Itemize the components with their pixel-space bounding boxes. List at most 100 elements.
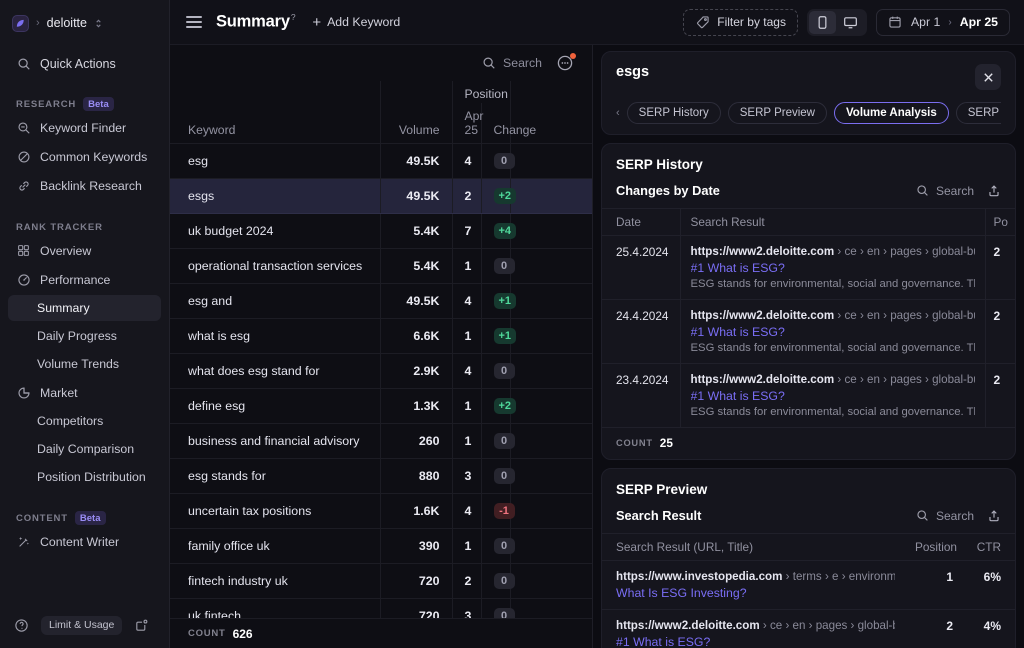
- serp-history-count-bar: COUNT 25: [602, 427, 1015, 459]
- cell-keyword: uk fintech: [170, 598, 381, 618]
- cell-position: 1: [452, 318, 482, 354]
- sidebar-item-common-keywords[interactable]: Common Keywords: [8, 143, 161, 170]
- cell-position: 2: [452, 563, 482, 599]
- workspace-selector[interactable]: › deloitte: [0, 0, 169, 36]
- cell-change: +1: [481, 283, 517, 319]
- serp-history-search-button[interactable]: Search: [915, 184, 974, 198]
- result-url[interactable]: https://www2.deloitte.com › ce › en › pa…: [691, 373, 975, 386]
- cell-change: 0: [481, 248, 515, 284]
- cell-volume: 880: [380, 458, 453, 494]
- serp-history-table: Date Search Result Po 25.4.2024 https://w…: [602, 208, 1015, 427]
- cell-position: 4: [452, 493, 482, 529]
- help-circle-icon[interactable]: [14, 618, 29, 633]
- result-description: ESG stands for environmental, social and…: [690, 406, 975, 418]
- add-keyword-button[interactable]: + Add Keyword: [312, 15, 400, 30]
- result-url[interactable]: https://www2.deloitte.com › ce › en › pa…: [691, 309, 975, 322]
- sidebar-item-label: Daily Progress: [37, 329, 117, 343]
- close-icon[interactable]: [975, 64, 1001, 90]
- tab-serp-preview[interactable]: SERP Preview: [727, 102, 827, 124]
- column-header-volume[interactable]: Volume: [380, 103, 453, 144]
- share-icon[interactable]: [987, 184, 1001, 198]
- limit-usage-button[interactable]: Limit & Usage: [41, 615, 123, 635]
- keyword-finder-icon: [16, 120, 31, 135]
- cell-volume: 49.5K: [380, 143, 453, 179]
- pie-chart-icon: [16, 385, 31, 400]
- sidebar-item-overview[interactable]: Overview: [8, 237, 161, 264]
- detail-panel: esgs ‹ SERP History SERP Preview Volume An…: [592, 45, 1024, 648]
- sidebar-item-volume-trends[interactable]: Volume Trends: [8, 351, 161, 377]
- sidebar-item-label: Backlink Research: [40, 178, 142, 193]
- column-header-position: Position: [905, 533, 963, 561]
- quick-actions-label: Quick Actions: [40, 56, 116, 71]
- serp-history-row[interactable]: 24.4.2024 https://www2.deloitte.com › ce …: [602, 299, 1015, 364]
- result-title[interactable]: #1 What is ESG?: [691, 389, 975, 403]
- sidebar-item-daily-comparison[interactable]: Daily Comparison: [8, 436, 161, 462]
- page-title: Summary?: [216, 12, 296, 32]
- add-keyword-label: Add Keyword: [327, 15, 401, 29]
- result-url[interactable]: https://www2.deloitte.com › ce › en › pa…: [691, 245, 975, 258]
- result-title[interactable]: #1 What is ESG?: [616, 635, 895, 648]
- cell-change: 0: [481, 423, 515, 459]
- cell-position: 2: [452, 178, 482, 214]
- result-url[interactable]: https://www2.deloitte.com › ce › en › pa…: [616, 619, 895, 632]
- tag-icon: [695, 15, 710, 30]
- column-header-date[interactable]: Apr 25: [452, 103, 483, 144]
- filter-by-tags-button[interactable]: Filter by tags: [683, 8, 798, 36]
- serp-preview-table: Search Result (URL, Title) Position CTR …: [602, 533, 1015, 648]
- change-chip: +2: [493, 188, 517, 204]
- cell-keyword: what is esg: [170, 318, 381, 354]
- sidebar-item-market[interactable]: Market: [8, 379, 161, 406]
- table-search-button[interactable]: Search: [481, 56, 542, 71]
- sidebar-item-daily-progress[interactable]: Daily Progress: [8, 323, 161, 349]
- sidebar-item-label: Content Writer: [40, 534, 120, 549]
- cell-volume: 720: [380, 563, 453, 599]
- table-toolbar: Search: [170, 45, 592, 81]
- serp-history-row[interactable]: 25.4.2024 https://www2.deloitte.com › ce …: [602, 235, 1015, 300]
- tab-volume-analysis[interactable]: Volume Analysis: [833, 102, 949, 124]
- column-header-change[interactable]: Change: [481, 103, 536, 144]
- tab-serp-optimizer[interactable]: SERP Optimizer: [955, 102, 1001, 124]
- sidebar-item-position-distribution[interactable]: Position Distribution: [8, 464, 161, 490]
- tab-serp-history[interactable]: SERP History: [626, 102, 721, 124]
- column-header-search-result: Search Result: [680, 208, 986, 236]
- sidebar-item-competitors[interactable]: Competitors: [8, 408, 161, 434]
- cell-keyword: esg and: [170, 283, 381, 319]
- mobile-icon[interactable]: [808, 10, 836, 34]
- column-header-keyword[interactable]: Keyword: [170, 103, 381, 144]
- cell-keyword: uncertain tax positions: [170, 493, 381, 529]
- cell-position: 1: [452, 528, 482, 564]
- serp-preview-row[interactable]: https://www.investopedia.com › terms › e…: [602, 560, 1015, 610]
- sidebar-item-content-writer[interactable]: Content Writer: [8, 528, 161, 555]
- cell-search-result: https://www.investopedia.com › terms › e…: [602, 560, 905, 610]
- cell-volume: 1.3K: [380, 388, 453, 424]
- quick-actions-button[interactable]: Quick Actions: [10, 50, 159, 77]
- cell-keyword: what does esg stand for: [170, 353, 381, 389]
- result-title[interactable]: #1 What is ESG?: [691, 325, 975, 339]
- group-header-empty: [380, 81, 453, 103]
- date-range-end: Apr 25: [959, 15, 998, 29]
- cell-keyword: fintech industry uk: [170, 563, 381, 599]
- page-title-superscript: ?: [290, 12, 296, 23]
- search-icon: [16, 56, 31, 71]
- calendar-icon: [888, 15, 903, 30]
- serp-preview-row[interactable]: https://www2.deloitte.com › ce › en › pa…: [602, 609, 1015, 648]
- cell-keyword: operational transaction services: [170, 248, 381, 284]
- serp-history-row[interactable]: 23.4.2024 https://www2.deloitte.com › ce …: [602, 363, 1015, 427]
- share-icon[interactable]: [987, 509, 1001, 523]
- chevron-left-icon[interactable]: ‹: [616, 107, 620, 119]
- sidebar-item-performance[interactable]: Performance: [8, 266, 161, 293]
- hamburger-icon[interactable]: [186, 16, 202, 28]
- result-title[interactable]: #1 What is ESG?: [691, 261, 975, 275]
- desktop-icon[interactable]: [836, 11, 865, 34]
- sidebar-item-backlink-research[interactable]: Backlink Research: [8, 172, 161, 199]
- serp-preview-search-button[interactable]: Search: [915, 509, 974, 523]
- cell-position: 1: [452, 388, 482, 424]
- sidebar-item-keyword-finder[interactable]: Keyword Finder: [8, 114, 161, 141]
- date-range-picker[interactable]: Apr 1 › Apr 25: [875, 8, 1010, 36]
- notification-icon[interactable]: [134, 618, 149, 633]
- more-options-icon[interactable]: [556, 53, 576, 72]
- result-url[interactable]: https://www.investopedia.com › terms › e…: [616, 570, 895, 583]
- result-title[interactable]: What Is ESG Investing?: [616, 586, 895, 600]
- cell-change: +4: [481, 213, 517, 249]
- sidebar-item-summary[interactable]: Summary: [8, 295, 161, 321]
